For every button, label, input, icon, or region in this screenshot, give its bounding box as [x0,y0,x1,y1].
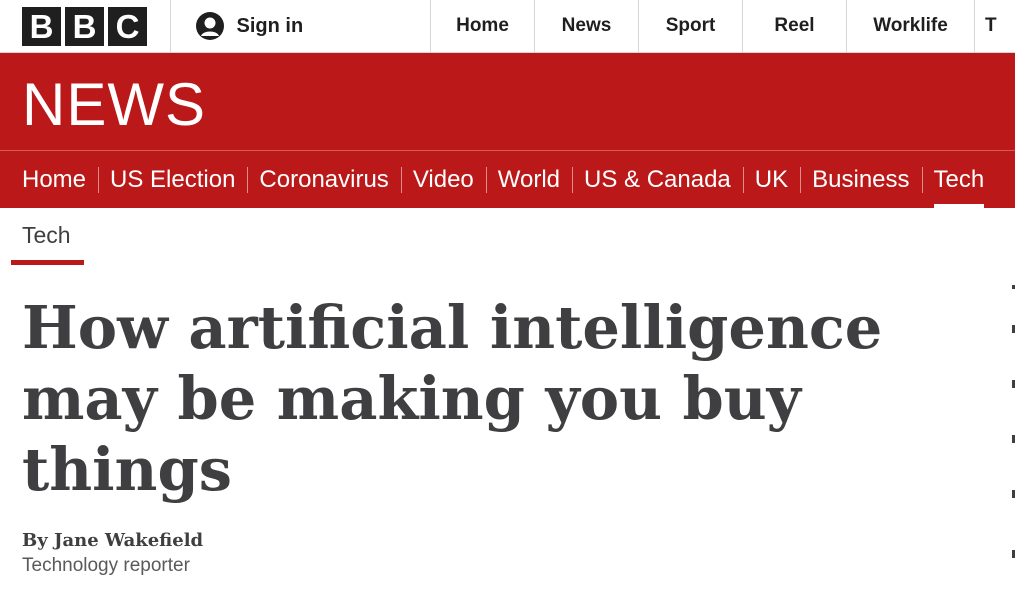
news-wordmark[interactable]: NEWS [22,75,206,135]
section-nav-tech[interactable]: Tech [921,151,997,208]
section-navigation: Home US Election Coronavirus Video World… [0,150,1015,208]
sign-in-link[interactable]: Sign in [171,0,431,52]
top-nav-reel[interactable]: Reel [743,0,847,52]
section-nav-business[interactable]: Business [800,151,921,208]
news-banner: NEWS [0,53,1015,150]
section-tag-underline [11,260,84,265]
bbc-logo-letter: C [108,6,147,46]
section-nav-coronavirus[interactable]: Coronavirus [247,151,400,208]
section-nav-us-election[interactable]: US Election [98,151,247,208]
top-navigation: Home News Sport Reel Worklife T [431,0,1015,52]
bbc-logo[interactable]: B B C [0,0,171,52]
section-nav-world[interactable]: World [485,151,572,208]
top-nav-sport[interactable]: Sport [639,0,743,52]
user-icon [195,12,224,40]
article-byline: By Jane Wakefield [22,530,204,551]
top-nav-news[interactable]: News [535,0,639,52]
top-nav-worklife[interactable]: Worklife [847,0,975,52]
top-nav-home[interactable]: Home [431,0,535,52]
section-nav-video[interactable]: Video [400,151,486,208]
clipped-sidebar-edge [1011,285,1015,575]
section-nav-us-canada[interactable]: US & Canada [572,151,743,208]
top-nav-clipped-item[interactable]: T [975,0,1015,52]
section-tag-link[interactable]: Tech [22,222,71,249]
bbc-logo-letter: B [22,6,61,46]
section-nav-uk[interactable]: UK [742,151,800,208]
author-role: Technology reporter [22,555,190,576]
bbc-logo-letter: B [65,6,104,46]
sign-in-label: Sign in [236,14,304,37]
article-headline: How artificial intelligence may be makin… [22,293,883,504]
section-nav-home[interactable]: Home [10,151,98,208]
bbc-masthead: B B C Sign in Home News Sport Reel Workl… [0,0,1015,53]
